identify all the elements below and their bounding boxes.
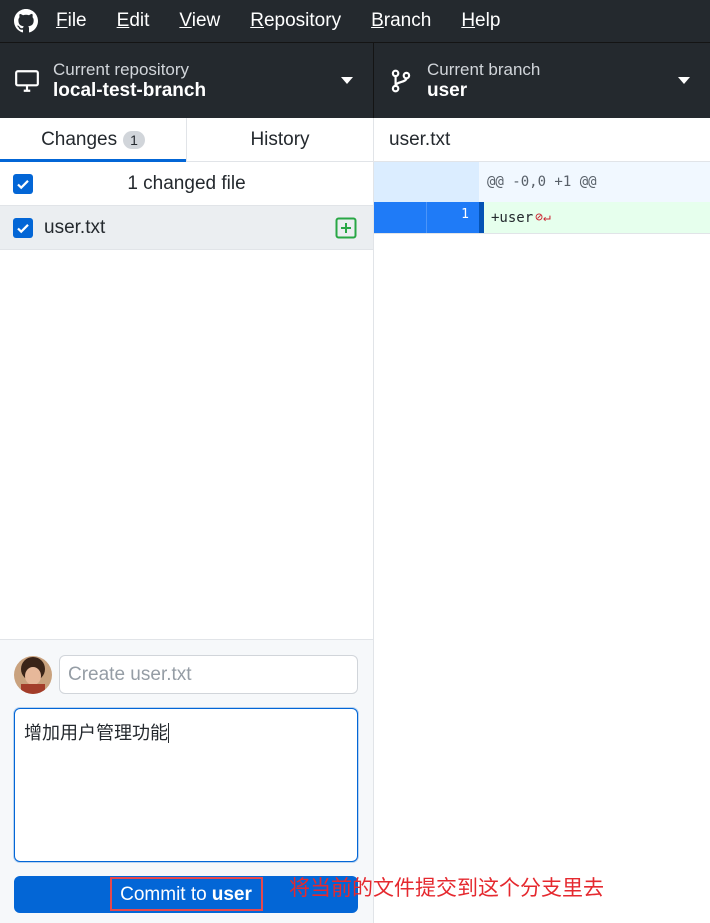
changes-count-badge: 1 <box>123 130 145 149</box>
diff-added-line[interactable]: 1 +user ⊘↵ <box>374 202 710 234</box>
branch-name: user <box>427 80 468 101</box>
changed-files-count: 1 changed file <box>127 172 246 194</box>
diff-hunk-header[interactable]: @@ -0,0 +1 @@ <box>374 162 710 202</box>
repository-name: local-test-branch <box>53 80 207 101</box>
menu-file[interactable]: File <box>56 10 87 32</box>
tab-changes-label: Changes <box>41 128 118 150</box>
checkmark-icon <box>17 180 29 190</box>
new-line-number: 1 <box>426 202 479 233</box>
caret-down-icon <box>341 77 353 84</box>
git-branch-icon <box>391 69 411 92</box>
current-branch-dropdown[interactable]: Current branch user <box>374 43 710 118</box>
checkmark-icon <box>17 223 29 233</box>
sidebar-tabs: Changes 1 History <box>0 118 373 162</box>
menu-help[interactable]: Help <box>461 10 500 32</box>
diff-file-header: user.txt <box>374 118 710 162</box>
menu-bar: File Edit View Repository Branch Help <box>0 0 710 42</box>
hunk-gutter <box>374 162 479 202</box>
file-name: user.txt <box>44 216 106 238</box>
annotation-highlight-box <box>110 877 263 911</box>
menu-view[interactable]: View <box>179 10 220 32</box>
changes-sidebar: Changes 1 History 1 changed file user.tx… <box>0 118 374 923</box>
annotation-text: 将当前的文件提交到这个分支里去 <box>289 876 604 900</box>
caret-down-icon <box>678 77 690 84</box>
commit-summary-input[interactable] <box>59 655 358 694</box>
desktop-computer-icon <box>15 69 39 92</box>
diff-line-content: +user <box>491 209 534 226</box>
avatar-image <box>14 656 52 694</box>
commit-description-text: 增加用户管理功能 <box>24 723 168 744</box>
diff-file-name: user.txt <box>389 128 451 150</box>
repository-label: Current repository <box>53 60 190 79</box>
diff-view: user.txt @@ -0,0 +1 @@ 1 +user ⊘↵ <box>374 118 710 923</box>
file-list-item[interactable]: user.txt <box>0 206 373 250</box>
tab-history[interactable]: History <box>186 118 373 161</box>
commit-description-textarea[interactable]: 增加用户管理功能 <box>14 708 358 862</box>
user-avatar <box>14 656 52 694</box>
current-repository-dropdown[interactable]: Current repository local-test-branch <box>0 43 374 118</box>
file-added-icon <box>335 217 357 239</box>
changed-files-header: 1 changed file <box>0 162 373 206</box>
text-cursor <box>168 723 169 743</box>
menu-branch[interactable]: Branch <box>371 10 431 32</box>
old-line-number <box>374 202 426 233</box>
branch-label: Current branch <box>427 60 541 79</box>
menu-repository[interactable]: Repository <box>250 10 341 32</box>
github-logo-icon <box>14 9 38 33</box>
no-newline-icon: ⊘↵ <box>535 210 551 225</box>
menu-edit[interactable]: Edit <box>117 10 150 32</box>
hunk-header-text: @@ -0,0 +1 @@ <box>487 174 597 190</box>
select-all-checkbox[interactable] <box>13 174 33 194</box>
toolbar: Current repository local-test-branch Cur… <box>0 42 710 118</box>
file-include-checkbox[interactable] <box>13 217 33 238</box>
tab-changes[interactable]: Changes 1 <box>0 118 186 162</box>
diff-line-text: +user ⊘↵ <box>484 202 710 233</box>
tab-history-label: History <box>250 128 310 150</box>
